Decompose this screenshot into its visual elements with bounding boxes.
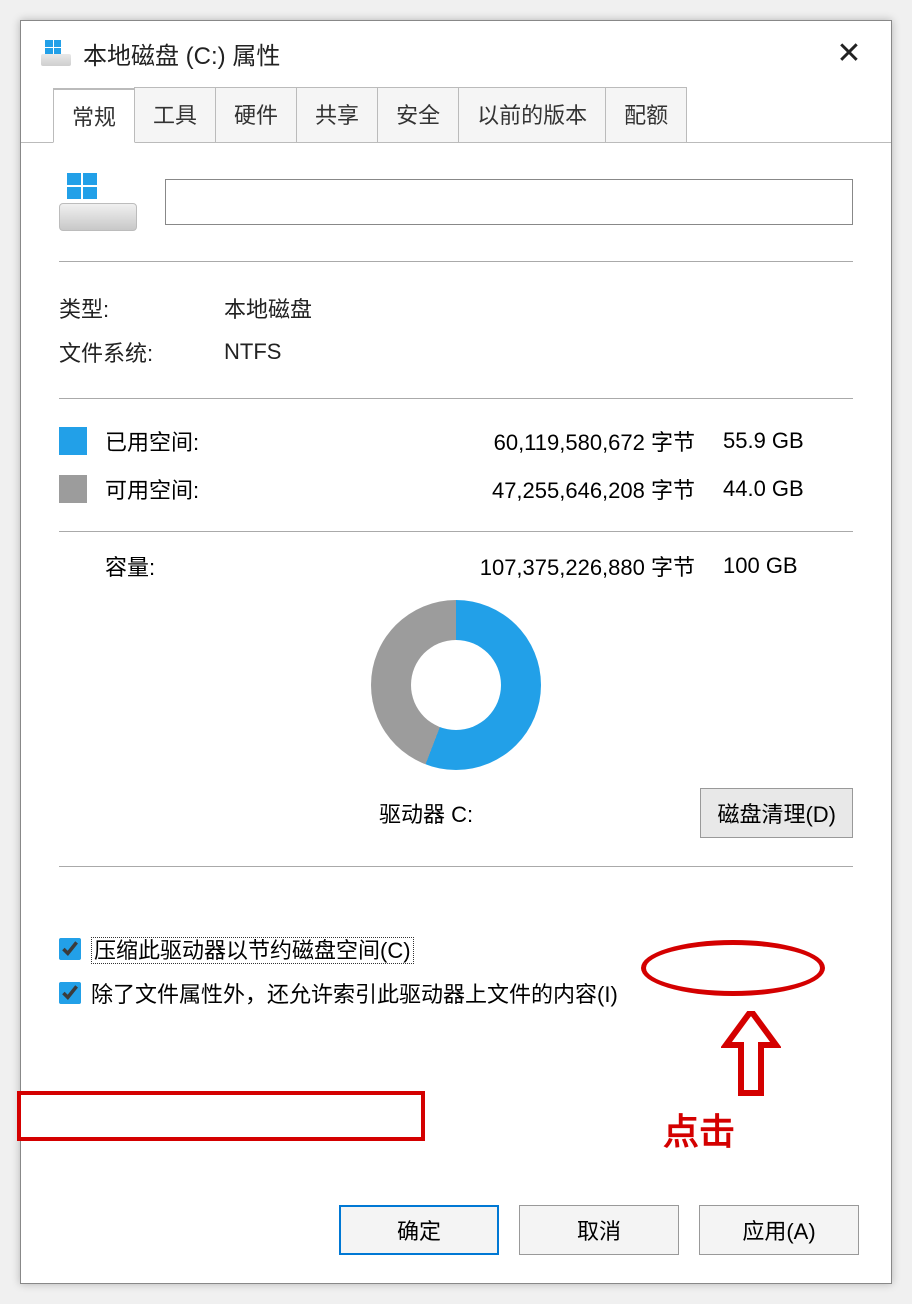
compress-row: 压缩此驱动器以节约磁盘空间(C) [59, 927, 853, 971]
free-swatch [59, 475, 87, 503]
free-gb: 44.0 GB [723, 476, 853, 502]
filesystem-label: 文件系统: [59, 336, 224, 368]
window-title: 本地磁盘 (C:) 属性 [83, 36, 827, 71]
tab-sharing[interactable]: 共享 [296, 87, 378, 142]
dialog-buttons: 确定 取消 应用(A) [21, 1187, 891, 1283]
drive-caption: 驱动器 C: [379, 797, 473, 829]
filesystem-value: NTFS [224, 339, 281, 365]
tab-strip: 常规 工具 硬件 共享 安全 以前的版本 配额 [21, 81, 891, 142]
index-checkbox[interactable] [59, 982, 81, 1004]
titlebar: 本地磁盘 (C:) 属性 ✕ [21, 21, 891, 81]
tab-tools[interactable]: 工具 [134, 87, 216, 142]
capacity-label: 容量: [105, 550, 249, 582]
type-label: 类型: [59, 292, 224, 324]
properties-dialog: 本地磁盘 (C:) 属性 ✕ 常规 工具 硬件 共享 安全 以前的版本 配额 类… [20, 20, 892, 1284]
capacity-bytes: 107,375,226,880 字节 [249, 550, 723, 582]
free-label: 可用空间: [105, 473, 249, 505]
close-icon: ✕ [836, 36, 861, 71]
used-gb: 55.9 GB [723, 428, 853, 454]
used-swatch [59, 427, 87, 455]
tab-hardware[interactable]: 硬件 [215, 87, 297, 142]
used-bytes: 60,119,580,672 字节 [249, 425, 723, 457]
index-label[interactable]: 除了文件属性外，还允许索引此驱动器上文件的内容(I) [91, 977, 618, 1009]
apply-button[interactable]: 应用(A) [699, 1205, 859, 1255]
free-bytes: 47,255,646,208 字节 [249, 473, 723, 505]
used-label: 已用空间: [105, 425, 249, 457]
capacity-gb: 100 GB [723, 553, 853, 579]
annotation-text: 点击 [663, 1103, 735, 1155]
tab-general[interactable]: 常规 [53, 88, 135, 143]
compress-checkbox[interactable] [59, 938, 81, 960]
ok-button[interactable]: 确定 [339, 1205, 499, 1255]
index-row: 除了文件属性外，还允许索引此驱动器上文件的内容(I) [59, 971, 853, 1015]
volume-name-input[interactable] [165, 179, 853, 225]
annotation-box [17, 1091, 425, 1141]
tab-quota[interactable]: 配额 [605, 87, 687, 142]
close-button[interactable]: ✕ [827, 31, 871, 75]
tab-security[interactable]: 安全 [377, 87, 459, 142]
usage-donut-chart [371, 600, 541, 770]
cancel-button[interactable]: 取消 [519, 1205, 679, 1255]
tab-previous-versions[interactable]: 以前的版本 [458, 87, 606, 142]
tab-panel-general: 类型: 本地磁盘 文件系统: NTFS 已用空间: 60,119,580,672… [21, 142, 891, 1187]
type-value: 本地磁盘 [224, 292, 312, 324]
annotation-arrow-icon [721, 1011, 781, 1097]
compress-label[interactable]: 压缩此驱动器以节约磁盘空间(C) [91, 933, 414, 965]
drive-icon-large [59, 173, 137, 231]
drive-icon [41, 40, 71, 66]
disk-cleanup-button[interactable]: 磁盘清理(D) [700, 788, 853, 838]
